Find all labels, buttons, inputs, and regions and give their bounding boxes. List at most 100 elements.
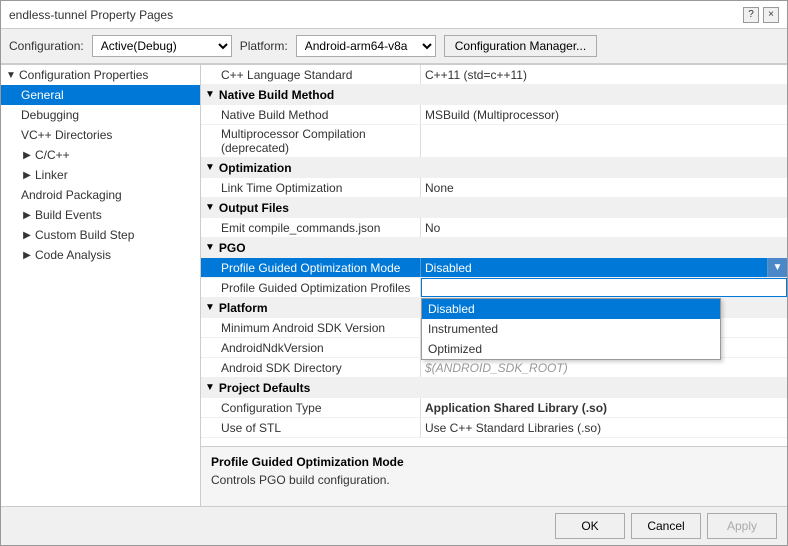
sidebar-item-label: Build Events <box>35 208 102 222</box>
table-row: Link Time Optimization None <box>201 178 787 198</box>
table-row-pgo-mode[interactable]: Profile Guided Optimization Mode Disable… <box>201 258 787 278</box>
property-value[interactable]: MSBuild (Multiprocessor) <box>421 105 787 124</box>
property-name: Multiprocessor Compilation (deprecated) <box>201 125 421 157</box>
section-header-pgo: ▼ PGO <box>201 238 787 258</box>
platform-select[interactable]: Android-arm64-v8a <box>296 35 436 57</box>
dropdown-list[interactable]: Disabled Instrumented Optimized <box>421 298 721 360</box>
section-header-output-files: ▼ Output Files <box>201 198 787 218</box>
section-label: Optimization <box>219 161 292 175</box>
property-name: Native Build Method <box>201 105 421 124</box>
sidebar-item-label: Android Packaging <box>21 188 122 202</box>
window-title: endless-tunnel Property Pages <box>9 8 173 22</box>
section-label: Project Defaults <box>219 381 310 395</box>
table-row: Multiprocessor Compilation (deprecated) <box>201 125 787 158</box>
title-bar: endless-tunnel Property Pages ? × <box>1 1 787 29</box>
main-content: ▼ Configuration Properties General Debug… <box>1 64 787 506</box>
platform-label: Platform: <box>240 39 288 53</box>
collapse-icon: ▼ <box>205 242 215 253</box>
property-value[interactable]: $(ANDROID_SDK_ROOT) <box>421 358 787 377</box>
section-label: Output Files <box>219 201 289 215</box>
dropdown-option-optimized[interactable]: Optimized <box>422 339 720 359</box>
expand-right-icon: ▶ <box>21 209 33 221</box>
collapse-icon: ▼ <box>205 302 215 313</box>
property-name: Configuration Type <box>201 398 421 417</box>
property-name: Minimum Android SDK Version <box>201 318 421 337</box>
sidebar-item-label: VC++ Directories <box>21 128 112 142</box>
section-header-project-defaults: ▼ Project Defaults <box>201 378 787 398</box>
config-bar: Configuration: Active(Debug) Platform: A… <box>1 29 787 64</box>
sidebar-item-general[interactable]: General <box>1 85 200 105</box>
ok-button[interactable]: OK <box>555 513 625 539</box>
apply-button[interactable]: Apply <box>707 513 777 539</box>
right-panel: C++ Language Standard C++11 (std=c++11) … <box>201 65 787 506</box>
expand-icon: ▼ <box>5 69 17 81</box>
section-label: Native Build Method <box>219 88 334 102</box>
dropdown-button[interactable]: ▼ <box>767 258 787 277</box>
sidebar: ▼ Configuration Properties General Debug… <box>1 65 201 506</box>
dropdown-display[interactable] <box>421 278 787 297</box>
sidebar-item-label: Linker <box>35 168 68 182</box>
property-value[interactable]: Use C++ Standard Libraries (.so) <box>421 418 787 437</box>
sidebar-item-build-events[interactable]: ▶ Build Events <box>1 205 200 225</box>
property-value[interactable]: No <box>421 218 787 237</box>
value-text: Disabled <box>425 261 472 275</box>
property-name: AndroidNdkVersion <box>201 338 421 357</box>
property-value[interactable]: Disabled Instrumented Optimized <box>421 278 787 297</box>
collapse-icon: ▼ <box>205 162 215 173</box>
section-header-native-build: ▼ Native Build Method <box>201 85 787 105</box>
properties-area: C++ Language Standard C++11 (std=c++11) … <box>201 65 787 446</box>
property-value[interactable]: Disabled ▼ <box>421 258 787 277</box>
table-row: Use of STL Use C++ Standard Libraries (.… <box>201 418 787 438</box>
sidebar-item-label: Debugging <box>21 108 79 122</box>
expand-right-icon: ▶ <box>21 169 33 181</box>
sidebar-item-linker[interactable]: ▶ Linker <box>1 165 200 185</box>
section-label: Platform <box>219 301 268 315</box>
config-label: Configuration: <box>9 39 84 53</box>
table-row-pgo-profiles: Profile Guided Optimization Profiles Dis… <box>201 278 787 298</box>
sidebar-item-debugging[interactable]: Debugging <box>1 105 200 125</box>
property-pages-window: endless-tunnel Property Pages ? × Config… <box>0 0 788 546</box>
table-row: Native Build Method MSBuild (Multiproces… <box>201 105 787 125</box>
property-value[interactable]: Application Shared Library (.so) <box>421 398 787 417</box>
property-value[interactable]: None <box>421 178 787 197</box>
configuration-manager-button[interactable]: Configuration Manager... <box>444 35 597 57</box>
button-bar: OK Cancel Apply <box>1 506 787 545</box>
sidebar-item-config-properties[interactable]: ▼ Configuration Properties <box>1 65 200 85</box>
sidebar-item-android-packaging[interactable]: Android Packaging <box>1 185 200 205</box>
property-name: Emit compile_commands.json <box>201 218 421 237</box>
title-bar-controls: ? × <box>743 7 779 23</box>
close-button[interactable]: × <box>763 7 779 23</box>
sidebar-item-cpp[interactable]: ▶ C/C++ <box>1 145 200 165</box>
table-row: Emit compile_commands.json No <box>201 218 787 238</box>
sidebar-item-label: Custom Build Step <box>35 228 134 242</box>
expand-right-icon: ▶ <box>21 229 33 241</box>
property-name: Android SDK Directory <box>201 358 421 377</box>
configuration-select[interactable]: Active(Debug) <box>92 35 232 57</box>
sidebar-item-label: Code Analysis <box>35 248 111 262</box>
expand-right-icon: ▶ <box>21 249 33 261</box>
property-value[interactable] <box>421 125 787 157</box>
section-header-optimization: ▼ Optimization <box>201 158 787 178</box>
property-name: Link Time Optimization <box>201 178 421 197</box>
table-row: Configuration Type Application Shared Li… <box>201 398 787 418</box>
collapse-icon: ▼ <box>205 382 215 393</box>
cancel-button[interactable]: Cancel <box>631 513 701 539</box>
collapse-icon: ▼ <box>205 202 215 213</box>
sidebar-item-custom-build-step[interactable]: ▶ Custom Build Step <box>1 225 200 245</box>
dropdown-option-disabled[interactable]: Disabled <box>422 299 720 319</box>
description-text: Controls PGO build configuration. <box>211 473 777 487</box>
description-title: Profile Guided Optimization Mode <box>211 455 777 469</box>
property-name: Profile Guided Optimization Profiles <box>201 278 421 297</box>
dropdown-option-instrumented[interactable]: Instrumented <box>422 319 720 339</box>
property-name: C++ Language Standard <box>201 65 421 84</box>
section-label: PGO <box>219 241 246 255</box>
sidebar-item-code-analysis[interactable]: ▶ Code Analysis <box>1 245 200 265</box>
help-button[interactable]: ? <box>743 7 759 23</box>
expand-right-icon: ▶ <box>21 149 33 161</box>
property-value[interactable]: C++11 (std=c++11) <box>421 65 787 84</box>
sidebar-item-label: Configuration Properties <box>19 68 148 82</box>
property-name: Use of STL <box>201 418 421 437</box>
sidebar-item-label: C/C++ <box>35 148 70 162</box>
description-area: Profile Guided Optimization Mode Control… <box>201 446 787 506</box>
sidebar-item-vc-directories[interactable]: VC++ Directories <box>1 125 200 145</box>
